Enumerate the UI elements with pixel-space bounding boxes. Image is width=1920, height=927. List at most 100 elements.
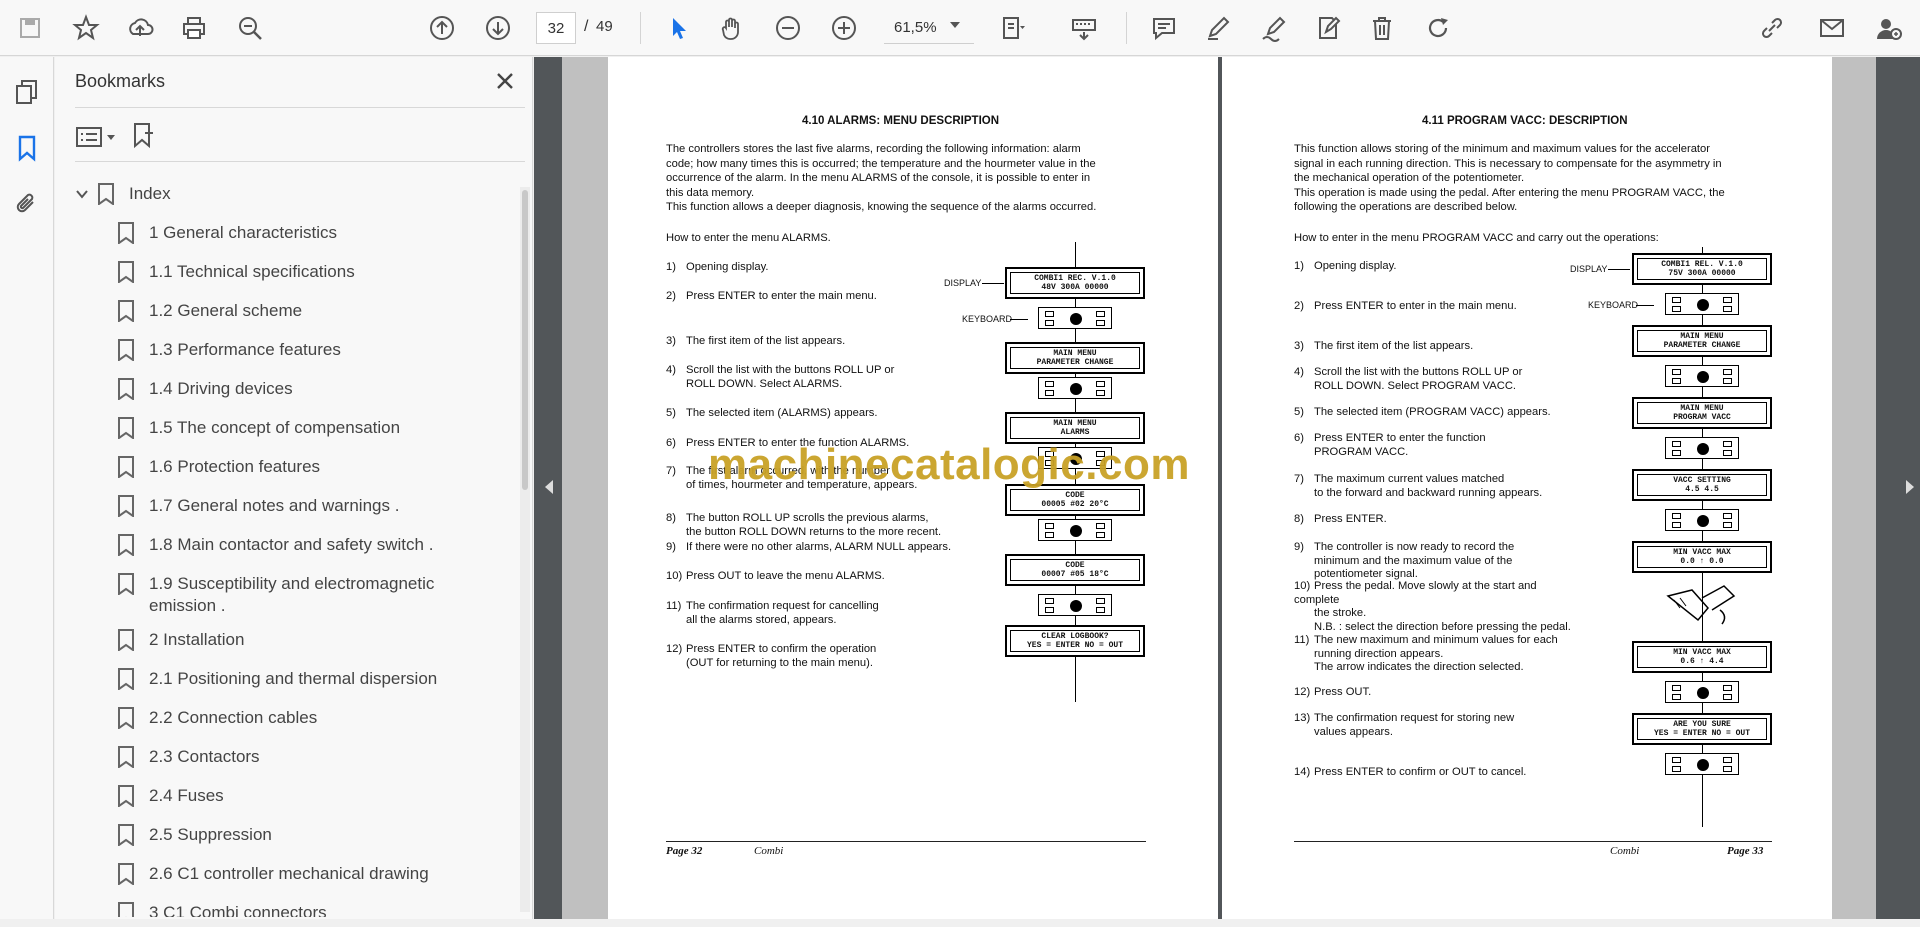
stamp-icon[interactable] [1310, 10, 1346, 46]
zoom-level-select[interactable]: 61,5% [884, 12, 974, 44]
expand-right-panel-icon[interactable] [1906, 480, 1914, 494]
bookmark-item[interactable]: 1.7 General notes and warnings . [117, 495, 459, 517]
print-icon[interactable] [176, 10, 212, 46]
bookmark-item[interactable]: 1.8 Main contactor and safety switch . [117, 534, 459, 556]
bookmark-icon [118, 707, 134, 729]
sign-in-icon[interactable] [1870, 10, 1906, 46]
scrollbar-thumb[interactable] [522, 190, 528, 490]
diagram-label: KEYBOARD [1588, 300, 1639, 310]
close-icon[interactable] [491, 67, 519, 95]
previous-page-icon[interactable] [424, 10, 460, 46]
search-zoom-icon[interactable] [232, 10, 268, 46]
chevron-down-icon[interactable] [107, 134, 115, 140]
bookmark-item[interactable]: 1.9 Susceptibility and electromagnetic em… [117, 573, 459, 617]
bookmark-item[interactable]: 1.3 Performance features [117, 339, 459, 361]
console-keyboard [1038, 594, 1112, 616]
console-keyboard [1038, 519, 1112, 541]
attachments-icon[interactable] [10, 187, 44, 221]
bookmark-label: 1 General characteristics [149, 223, 338, 242]
share-link-icon[interactable] [1754, 10, 1790, 46]
bookmark-label: 1.4 Driving devices [149, 379, 293, 398]
instruction-step: 14) Press ENTER to confirm or OUT to canc… [1294, 766, 1527, 778]
bookmark-options-icon[interactable] [75, 125, 115, 149]
bookmark-icon [118, 863, 134, 885]
bookmark-label: 2 Installation [149, 630, 245, 649]
chevron-down-icon[interactable] [950, 22, 960, 28]
footer-rule [666, 841, 1146, 842]
instruction-step: 5) The selected item (ALARMS) appears. [666, 407, 878, 419]
bookmark-item[interactable]: 2.1 Positioning and thermal dispersion [117, 668, 459, 690]
draw-sign-icon[interactable] [1256, 10, 1292, 46]
console-keyboard [1665, 437, 1739, 459]
bookmark-label: 1.1 Technical specifications [149, 262, 355, 281]
bookmarks-panel-icon[interactable] [10, 131, 44, 165]
bookmarks-tools [75, 117, 157, 157]
instruction-step: 12) Press OUT. [1294, 686, 1372, 698]
keyboard-tool-icon[interactable] [1066, 10, 1102, 46]
next-page-icon[interactable] [480, 10, 516, 46]
console-display: ARE YOU SURE YES = ENTER NO = OUT [1632, 713, 1772, 745]
hand-tool-icon[interactable] [714, 10, 750, 46]
bookmark-icon [118, 300, 134, 322]
watermark-text: machinecatalogic.com [708, 440, 1190, 489]
instruction-step: 3) The first item of the list appears. [666, 335, 846, 347]
divider [75, 107, 525, 108]
bookmark-item[interactable]: 2.4 Fuses [117, 785, 459, 807]
delete-icon[interactable] [1364, 10, 1400, 46]
bookmarks-panel: Bookmarks Index 1 General characteristic… [55, 57, 533, 919]
bookmark-item[interactable]: 2 Installation [117, 629, 459, 651]
pedal-illustration [1662, 580, 1742, 628]
bookmark-icon [118, 222, 134, 244]
bookmark-item[interactable]: 2.6 C1 controller mechanical drawing [117, 863, 459, 885]
comment-icon[interactable] [1146, 10, 1182, 46]
instruction-step: 2) Press ENTER to enter in the main menu. [1294, 300, 1517, 312]
page-fit-icon[interactable] [994, 10, 1030, 46]
bookmark-icon [118, 573, 134, 595]
bookmark-item[interactable]: 1.2 General scheme [117, 300, 459, 322]
footer-page-number: Page 32 [666, 845, 703, 857]
bookmark-item[interactable]: 1.4 Driving devices [117, 378, 459, 400]
console-display: COMBI1 REL. V.1.0 75V 300A 00000 [1632, 253, 1772, 285]
toolbar-divider [1126, 12, 1127, 44]
bookmark-icon [118, 902, 134, 917]
instruction-step: 12) Press ENTER to confirm the operation(… [666, 643, 877, 669]
bookmark-item[interactable]: 2.3 Contactors [117, 746, 459, 768]
new-bookmark-icon[interactable] [129, 121, 157, 154]
collapse-left-panel-icon[interactable] [545, 480, 553, 494]
diagram-label: DISPLAY [944, 278, 982, 288]
console-display: MIN VACC MAX 0.0 ↑ 0.0 [1632, 541, 1772, 573]
bookmark-item[interactable]: 2.2 Connection cables [117, 707, 459, 729]
bookmark-item[interactable]: 3 C1 Combi connectors [117, 902, 459, 917]
bookmark-label: 1.8 Main contactor and safety switch . [149, 535, 434, 554]
instruction-step: 7) The maximum current values matched to t… [1294, 473, 1543, 499]
bookmark-root-index[interactable]: Index [75, 183, 171, 205]
bookmark-item[interactable]: 1.6 Protection features [117, 456, 459, 478]
page-number-input[interactable]: 32 [536, 12, 576, 44]
bookmark-icon [118, 261, 134, 283]
zoom-in-icon[interactable] [826, 10, 862, 46]
console-keyboard [1665, 365, 1739, 387]
star-icon[interactable] [68, 10, 104, 46]
page-thumbnails-icon[interactable] [10, 75, 44, 109]
bookmarks-panel-title: Bookmarks [75, 71, 166, 91]
instruction-step: 9) The controller is now ready to record … [1294, 541, 1515, 580]
bookmark-item[interactable]: 1.1 Technical specifications [117, 261, 459, 283]
chevron-down-icon[interactable] [75, 187, 89, 201]
page-margin-right [1830, 57, 1876, 919]
zoom-out-icon[interactable] [770, 10, 806, 46]
rotate-icon[interactable] [1420, 10, 1456, 46]
console-display: MAIN MENU PROGRAM VACC [1632, 397, 1772, 429]
bookmark-item[interactable]: 1 General characteristics [117, 222, 459, 244]
bookmark-item[interactable]: 2.5 Suppression [117, 824, 459, 846]
instruction-step: 4) Scroll the list with the buttons ROLL … [1294, 366, 1523, 392]
email-icon[interactable] [1814, 10, 1850, 46]
select-cursor-icon[interactable] [660, 10, 696, 46]
save-icon[interactable] [12, 10, 48, 46]
highlight-pen-icon[interactable] [1200, 10, 1236, 46]
instruction-step: 8) The button ROLL UP scrolls the previou… [666, 512, 942, 538]
console-display: MAIN MENU PARAMETER CHANGE [1005, 342, 1145, 374]
instruction-step: 1) Opening display. [666, 261, 769, 273]
upload-cloud-icon[interactable] [122, 10, 158, 46]
bookmark-item[interactable]: 1.5 The concept of compensation [117, 417, 459, 439]
instruction-step: 10) Press the pedal. Move slowly at the s… [1294, 580, 1571, 633]
